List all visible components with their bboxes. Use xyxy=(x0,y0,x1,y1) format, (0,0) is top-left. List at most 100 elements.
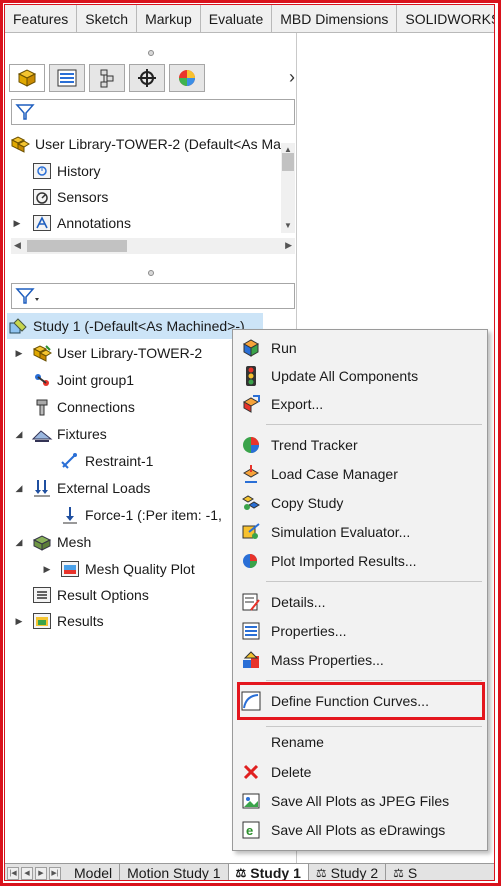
properties-icon xyxy=(240,620,262,642)
simulation-filter-box[interactable] xyxy=(11,283,295,309)
scroll-down-icon[interactable]: ▼ xyxy=(284,221,292,230)
menu-item-details[interactable]: Details... xyxy=(233,588,487,616)
result-options-icon xyxy=(31,585,53,605)
menu-separator xyxy=(266,680,482,681)
collapse-arrow-icon[interactable]: ◢ xyxy=(13,483,25,494)
menu-item-simulation-evaluator[interactable]: Simulation Evaluator... xyxy=(233,518,487,546)
scroll-right-icon[interactable]: ▶ xyxy=(285,240,292,251)
history-icon xyxy=(31,161,53,181)
fixtures-icon xyxy=(31,424,53,444)
panel-splitter-top[interactable] xyxy=(5,45,297,61)
sim-tree-item-label: Results xyxy=(57,613,104,629)
sim-tree-item-label: Joint group1 xyxy=(57,372,135,388)
first-tab-icon[interactable]: |◀ xyxy=(7,866,19,880)
joint-group-icon xyxy=(31,370,53,390)
feature-filter-box[interactable] xyxy=(11,99,295,125)
menu-item-run[interactable]: Run xyxy=(233,334,487,362)
scroll-thumb[interactable] xyxy=(282,153,294,171)
expand-arrow-icon[interactable]: ▶ xyxy=(41,564,53,575)
mesh-icon xyxy=(31,532,53,552)
sim-tree-item-joint-group[interactable]: Joint group1 xyxy=(31,367,134,393)
chevron-right-icon[interactable]: › xyxy=(289,67,295,88)
menu-item-save-plots-edrawings[interactable]: e Save All Plots as eDrawings xyxy=(233,816,487,844)
tree-item-sensors[interactable]: Sensors xyxy=(31,184,108,210)
part-cube-icon xyxy=(17,69,37,87)
collapse-arrow-icon[interactable]: ◢ xyxy=(13,537,25,548)
menu-item-delete[interactable]: Delete xyxy=(233,758,487,786)
tree-item-history-label: History xyxy=(57,163,101,179)
configuration-manager-tab[interactable] xyxy=(89,64,125,92)
sim-tree-item-mesh-quality-plot[interactable]: ▶ Mesh Quality Plot xyxy=(41,556,195,582)
study-tab-icon: ⚖ xyxy=(393,866,404,880)
display-manager-tab[interactable] xyxy=(169,64,205,92)
scroll-left-icon[interactable]: ◀ xyxy=(14,240,21,251)
sim-tree-item-label: Restraint-1 xyxy=(85,453,154,469)
tab-evaluate[interactable]: Evaluate xyxy=(201,5,273,33)
assembly-icon xyxy=(9,134,31,154)
sim-tree-item-force[interactable]: Force-1 (:Per item: -1, xyxy=(59,502,222,528)
evaluator-icon xyxy=(240,521,262,543)
expand-arrow-icon[interactable]: ▶ xyxy=(13,616,25,627)
sim-tree-item-fixtures[interactable]: ◢ Fixtures xyxy=(13,421,107,447)
export-icon xyxy=(240,393,262,415)
tab-study-more-label: S xyxy=(407,865,418,881)
filter-funnel-icon xyxy=(15,104,35,120)
tree-item-annotations-label: Annotations xyxy=(57,215,131,231)
menu-item-properties[interactable]: Properties... xyxy=(233,617,487,645)
sim-tree-item-external-loads[interactable]: ◢ External Loads xyxy=(13,475,150,501)
feature-tree-root[interactable]: User Library-TOWER-2 (Default<As Ma xyxy=(9,131,281,157)
menu-item-load-case-manager[interactable]: Load Case Manager xyxy=(233,460,487,488)
study-root[interactable]: Study 1 (-Default<As Machined>-) xyxy=(7,313,263,339)
tab-model[interactable]: Model xyxy=(67,863,121,880)
prev-tab-icon[interactable]: ◀ xyxy=(21,866,33,880)
tab-study-more[interactable]: ⚖ S xyxy=(386,864,424,881)
copy-study-icon xyxy=(240,492,262,514)
hscroll-thumb[interactable] xyxy=(27,240,127,252)
menu-item-export[interactable]: Export... xyxy=(233,390,487,418)
command-manager-tabs: Features Sketch Markup Evaluate MBD Dime… xyxy=(5,5,494,33)
sim-tree-item-connections[interactable]: Connections xyxy=(31,394,135,420)
app-window: Features Sketch Markup Evaluate MBD Dime… xyxy=(4,4,495,881)
tab-study-2[interactable]: ⚖ Study 2 xyxy=(309,863,387,880)
next-tab-icon[interactable]: ▶ xyxy=(35,866,47,880)
mass-properties-icon xyxy=(240,649,262,671)
menu-item-rename[interactable]: Rename xyxy=(233,728,487,756)
expand-arrow-icon[interactable]: ▶ xyxy=(13,348,25,359)
property-manager-tab[interactable] xyxy=(49,64,85,92)
dimxpert-manager-tab[interactable] xyxy=(129,64,165,92)
tab-sketch[interactable]: Sketch xyxy=(77,5,138,33)
feature-tree-hscrollbar[interactable]: ◀ ▶ xyxy=(11,238,295,254)
sim-tree-item-label: External Loads xyxy=(57,480,151,496)
tree-item-history[interactable]: History xyxy=(31,158,101,184)
last-tab-icon[interactable]: ▶| xyxy=(49,866,61,880)
tree-item-annotations[interactable]: ▶ Annotations xyxy=(11,210,131,236)
menu-item-mass-properties[interactable]: Mass Properties... xyxy=(233,646,487,674)
sim-tree-item-label: User Library-TOWER-2 xyxy=(57,345,203,361)
connections-bolt-icon xyxy=(31,397,53,417)
sim-tree-item-model[interactable]: ▶ User Library-TOWER-2 xyxy=(13,340,202,366)
annotation-icon xyxy=(31,213,53,233)
tab-study-1[interactable]: ⚖ Study 1 xyxy=(228,863,309,880)
tab-features[interactable]: Features xyxy=(5,5,78,33)
sim-tree-item-results[interactable]: ▶ Results xyxy=(13,608,104,634)
feature-manager-tab[interactable] xyxy=(9,64,45,92)
tab-solidworks[interactable]: SOLIDWORKS xyxy=(397,5,494,33)
tab-mbd-dimensions[interactable]: MBD Dimensions xyxy=(272,5,398,33)
sim-tree-item-label: Connections xyxy=(57,399,135,415)
tab-motion-study-1[interactable]: Motion Study 1 xyxy=(120,863,229,880)
sim-tree-item-result-options[interactable]: Result Options xyxy=(31,582,149,608)
menu-item-trend-tracker[interactable]: Trend Tracker xyxy=(233,431,487,459)
sim-tree-item-restraint[interactable]: Restraint-1 xyxy=(59,448,153,474)
panel-splitter-middle[interactable] xyxy=(5,265,297,281)
collapse-arrow-icon[interactable]: ◢ xyxy=(13,429,25,440)
grip-dot-icon xyxy=(148,50,154,56)
feature-tree-vscrollbar[interactable]: ▲ ▼ xyxy=(281,143,295,233)
menu-item-define-function-curves[interactable]: Define Function Curves... xyxy=(233,687,487,715)
menu-item-update-all-components[interactable]: Update All Components xyxy=(233,362,487,390)
menu-item-copy-study[interactable]: Copy Study xyxy=(233,489,487,517)
tab-markup[interactable]: Markup xyxy=(137,5,201,33)
sim-tree-item-mesh[interactable]: ◢ Mesh xyxy=(13,529,91,555)
menu-item-save-plots-jpeg[interactable]: Save All Plots as JPEG Files xyxy=(233,787,487,815)
menu-item-plot-imported-results[interactable]: Plot Imported Results... xyxy=(233,547,487,575)
expand-arrow-icon[interactable]: ▶ xyxy=(11,218,23,229)
